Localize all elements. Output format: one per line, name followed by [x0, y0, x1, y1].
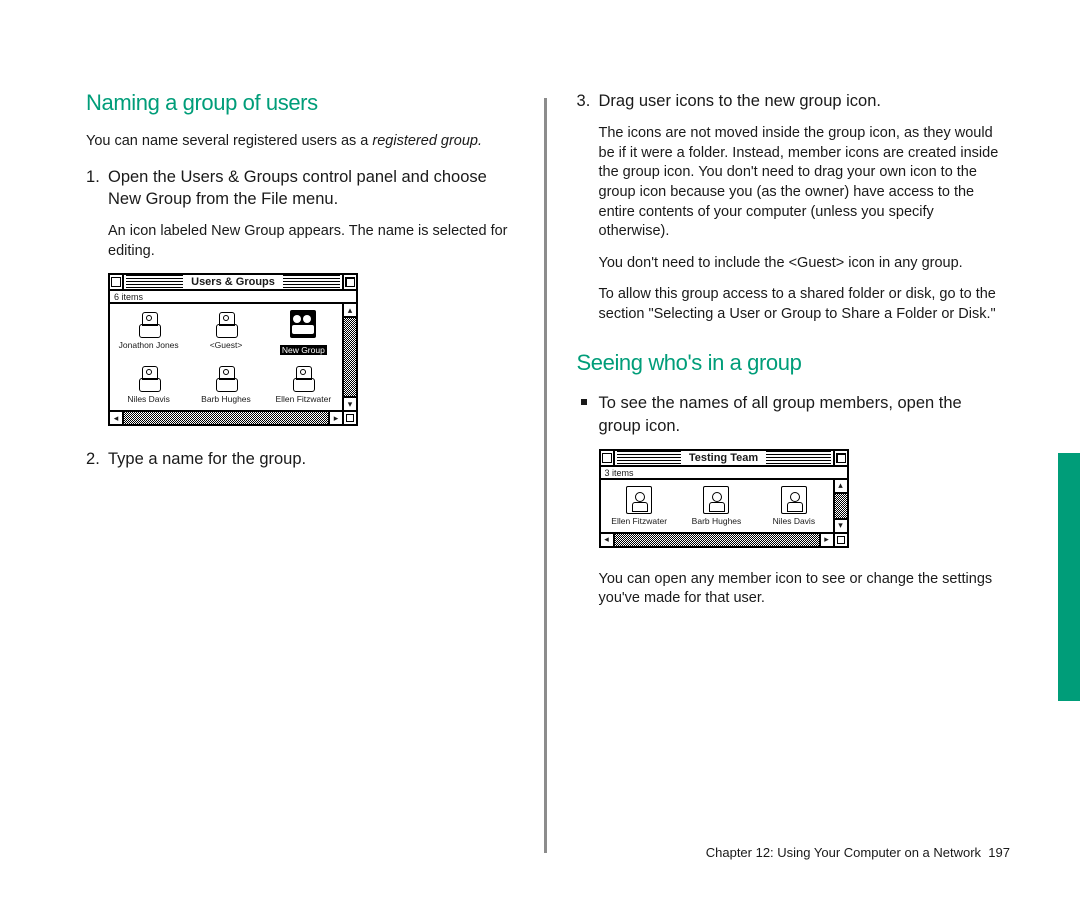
intro-text: You can name several registered users as… [86, 132, 514, 152]
icon-label: Niles Davis [112, 394, 185, 404]
window-content: Jonathon Jones <Guest> New Group Niles D… [110, 304, 342, 410]
icon-label: Ellen Fitzwater [267, 394, 340, 404]
icon-member: Barb Hughes [680, 484, 753, 530]
page-tab-edge [1058, 453, 1080, 701]
footer-chapter: Chapter 12: Using Your Computer on a Net… [706, 845, 981, 860]
intro-text-a: You can name several registered users as… [86, 133, 372, 149]
close-icon [110, 275, 124, 289]
window-titlebar: Testing Team [601, 451, 847, 467]
icon-label: Jonathon Jones [112, 340, 185, 350]
section-heading-naming: Naming a group of users [86, 90, 514, 116]
user-icon [213, 364, 239, 392]
icon-label: New Group [280, 345, 327, 355]
figure-testing-team: Testing Team 3 items Ellen Fitzwater Bar… [599, 449, 1005, 548]
step-1: Open the Users & Groups control panel an… [86, 166, 514, 211]
icon-group-selected: New Group [267, 308, 340, 362]
icon-label: Ellen Fitzwater [603, 516, 676, 526]
user-icon [290, 364, 316, 392]
item-count: 6 items [114, 292, 143, 301]
window-testing-team: Testing Team 3 items Ellen Fitzwater Bar… [599, 449, 849, 548]
icon-label: <Guest> [189, 340, 262, 350]
step-3-sub3: To allow this group access to a shared f… [577, 285, 1005, 324]
vertical-scrollbar: ▴ ▾ [342, 304, 356, 410]
icon-member: Niles Davis [757, 484, 830, 530]
member-icon [626, 486, 652, 514]
scroll-track [615, 534, 819, 546]
right-column: Drag user icons to the new group icon. T… [547, 90, 1021, 850]
step-1-sub: An icon labeled New Group appears. The n… [86, 222, 514, 261]
grow-icon [342, 412, 356, 424]
figure-users-groups: Users & Groups 6 items Jonathon Jones <G… [108, 273, 514, 426]
window-body: Jonathon Jones <Guest> New Group Niles D… [110, 304, 356, 410]
bullet-open-group: To see the names of all group members, o… [577, 392, 1005, 437]
scroll-down-icon: ▾ [344, 396, 356, 410]
icon-user: Barb Hughes [189, 362, 262, 408]
icon-user: Niles Davis [112, 362, 185, 408]
zoom-icon [833, 451, 847, 465]
page-content: Naming a group of users You can name sev… [0, 0, 1080, 900]
step-3: Drag user icons to the new group icon. [577, 90, 1005, 112]
window-titlebar: Users & Groups [110, 275, 356, 291]
window-content: Ellen Fitzwater Barb Hughes Niles Davis [601, 480, 833, 532]
intro-text-em: registered group. [372, 133, 482, 149]
left-column: Naming a group of users You can name sev… [70, 90, 544, 850]
window-body: Ellen Fitzwater Barb Hughes Niles Davis … [601, 480, 847, 532]
scroll-track [344, 318, 356, 396]
icon-user: <Guest> [189, 308, 262, 362]
window-info-bar: 3 items [601, 467, 847, 480]
after-figure-text: You can open any member icon to see or c… [577, 570, 1005, 609]
icon-label: Barb Hughes [680, 516, 753, 526]
footer-page: 197 [988, 845, 1010, 860]
icon-member: Ellen Fitzwater [603, 484, 676, 530]
icon-label: Niles Davis [757, 516, 830, 526]
steps-list-left-b: Type a name for the group. [86, 448, 514, 470]
scroll-up-icon: ▴ [344, 304, 356, 318]
close-icon [601, 451, 615, 465]
vertical-scrollbar: ▴ ▾ [833, 480, 847, 532]
window-title: Testing Team [683, 452, 764, 464]
member-icon [703, 486, 729, 514]
horizontal-scrollbar: ◂ ▸ [110, 410, 356, 424]
scroll-down-icon: ▾ [835, 518, 847, 532]
window-info-bar: 6 items [110, 291, 356, 304]
scroll-track [835, 494, 847, 518]
grow-icon [833, 534, 847, 546]
step-2: Type a name for the group. [86, 448, 514, 470]
scroll-left-icon: ◂ [601, 534, 615, 546]
user-icon [213, 310, 239, 338]
titlebar-stripes [766, 451, 830, 465]
user-icon [136, 310, 162, 338]
page-footer: Chapter 12: Using Your Computer on a Net… [706, 845, 1010, 860]
window-title: Users & Groups [185, 276, 281, 288]
user-icon [136, 364, 162, 392]
icon-user: Ellen Fitzwater [267, 362, 340, 408]
icon-user: Jonathon Jones [112, 308, 185, 362]
steps-list-right: Drag user icons to the new group icon. [577, 90, 1005, 112]
scroll-left-icon: ◂ [110, 412, 124, 424]
steps-list-left: Open the Users & Groups control panel an… [86, 166, 514, 211]
zoom-icon [342, 275, 356, 289]
titlebar-stripes [126, 275, 183, 289]
scroll-right-icon: ▸ [819, 534, 833, 546]
group-icon [290, 310, 316, 338]
window-users-groups: Users & Groups 6 items Jonathon Jones <G… [108, 273, 358, 426]
scroll-right-icon: ▸ [328, 412, 342, 424]
section-heading-seeing: Seeing who's in a group [577, 350, 1005, 376]
titlebar-stripes [283, 275, 340, 289]
member-icon [781, 486, 807, 514]
scroll-track [124, 412, 328, 424]
step-3-sub2: You don't need to include the <Guest> ic… [577, 254, 1005, 274]
titlebar-stripes [617, 451, 681, 465]
item-count: 3 items [605, 468, 634, 477]
horizontal-scrollbar: ◂ ▸ [601, 532, 847, 546]
icon-label: Barb Hughes [189, 394, 262, 404]
scroll-up-icon: ▴ [835, 480, 847, 494]
step-3-sub1: The icons are not moved inside the group… [577, 124, 1005, 241]
